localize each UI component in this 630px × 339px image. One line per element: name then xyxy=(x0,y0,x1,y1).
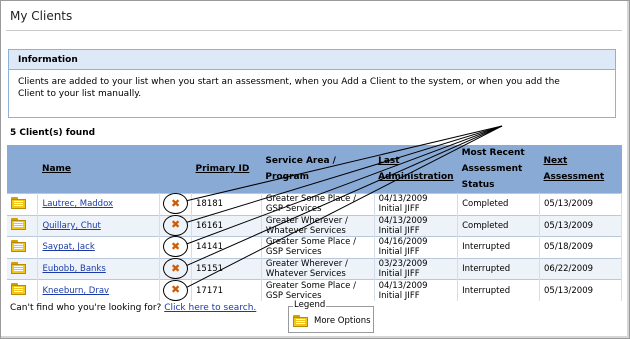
header-options xyxy=(7,145,38,194)
next-assessment-cell: 05/18/2009 xyxy=(539,236,622,259)
row-delete-cell[interactable]: ✖ xyxy=(159,279,193,302)
table-row: Eubobb, Banks ✖ 15151 Greater Wherever / Wh… xyxy=(7,257,622,280)
client-name-cell: Lautrec, Maddox xyxy=(37,193,161,216)
primary-id-cell: 18181 xyxy=(191,193,262,216)
service-area-cell: Greater Some Place / GSP Services xyxy=(261,193,375,216)
delete-x-icon[interactable]: ✖ xyxy=(171,219,180,230)
table-row: Lautrec, Maddox ✖ 18181 Greater Some Place … xyxy=(7,193,622,216)
delete-x-icon[interactable]: ✖ xyxy=(171,198,180,209)
last-administration-date: 04/13/2009 xyxy=(378,280,428,291)
next-assessment-cell: 05/13/2009 xyxy=(539,193,622,216)
table-row: Kneeburn, Drav ✖ 17171 Greater Some Place /… xyxy=(7,279,622,302)
primary-id-cell: 15151 xyxy=(191,257,262,280)
table-row: Saypat, Jack ✖ 14141 Greater Some Place / G… xyxy=(7,236,622,259)
last-administration-type: Initial JIFF xyxy=(378,269,420,280)
folder-document-icon[interactable] xyxy=(11,261,26,274)
legend-more-options-label: More Options xyxy=(314,316,371,326)
header-delete xyxy=(159,145,192,194)
information-text: Clients are added to your list when you … xyxy=(18,77,560,99)
header-last-administration-sort[interactable]: Last Administration xyxy=(374,145,458,194)
client-name-link[interactable]: Eubobb, Banks xyxy=(42,264,105,274)
legend-title: Legend xyxy=(293,300,327,310)
last-administration-date: 04/16/2009 xyxy=(378,237,428,248)
last-administration-cell: 04/16/2009 Initial JIFF xyxy=(374,236,459,259)
row-options-cell[interactable] xyxy=(7,279,39,302)
search-link[interactable]: Click here to search. xyxy=(164,303,256,313)
delete-x-icon[interactable]: ✖ xyxy=(171,284,180,295)
primary-id-cell: 17171 xyxy=(191,279,262,302)
client-name-link[interactable]: Quillary, Chut xyxy=(42,221,100,231)
client-name-link[interactable]: Saypat, Jack xyxy=(42,242,94,252)
last-administration-type: Initial JIFF xyxy=(378,290,420,301)
service-area-cell: Greater Wherever / Whatever Services xyxy=(261,257,375,280)
table-header-row: Name Primary ID Service Area / Program L… xyxy=(7,145,622,194)
row-delete-cell[interactable]: ✖ xyxy=(159,193,193,216)
last-administration-cell: 04/13/2009 Initial JIFF xyxy=(374,193,459,216)
row-options-cell[interactable] xyxy=(7,193,39,216)
row-delete-cell[interactable]: ✖ xyxy=(159,214,193,237)
next-assessment-cell: 05/13/2009 xyxy=(539,279,622,302)
folder-document-icon[interactable] xyxy=(11,218,26,231)
next-assessment-cell: 06/22/2009 xyxy=(539,257,622,280)
client-name-link[interactable]: Kneeburn, Drav xyxy=(42,286,109,296)
title-divider xyxy=(6,30,622,31)
information-heading: Information xyxy=(9,50,615,70)
row-delete-cell[interactable]: ✖ xyxy=(159,257,193,280)
last-administration-cell: 03/23/2009 Initial JIFF xyxy=(374,257,459,280)
client-name-cell: Saypat, Jack xyxy=(37,236,161,259)
primary-id-cell: 14141 xyxy=(191,236,262,259)
service-area-cell: Greater Some Place / GSP Services xyxy=(261,279,375,302)
delete-x-icon[interactable]: ✖ xyxy=(171,263,180,274)
assessment-status-cell: Interrupted xyxy=(457,236,541,259)
assessment-status-cell: Interrupted xyxy=(457,257,541,280)
client-name-cell: Quillary, Chut xyxy=(37,214,161,237)
primary-id-cell: 16161 xyxy=(191,214,262,237)
assessment-status-cell: Interrupted xyxy=(457,279,541,302)
service-area-cell: Greater Some Place / GSP Services xyxy=(261,236,375,259)
next-assessment-cell: 05/13/2009 xyxy=(539,214,622,237)
last-administration-type: Initial JIFF xyxy=(378,225,420,236)
last-administration-type: Initial JIFF xyxy=(378,204,420,215)
client-name-cell: Kneeburn, Drav xyxy=(37,279,161,302)
header-primary-id-sort[interactable]: Primary ID xyxy=(191,145,262,194)
folder-document-icon[interactable] xyxy=(11,196,26,209)
client-name-cell: Eubobb, Banks xyxy=(37,257,161,280)
row-delete-cell[interactable]: ✖ xyxy=(159,236,193,259)
header-service-area: Service Area / Program xyxy=(261,145,375,194)
assessment-status-cell: Completed xyxy=(457,193,541,216)
header-assessment-status: Most Recent Assessment Status xyxy=(457,145,540,194)
row-options-cell[interactable] xyxy=(7,257,39,280)
service-area-cell: Greater Wherever / Whatever Services xyxy=(261,214,375,237)
search-prompt: Can't find who you're looking for? Click… xyxy=(10,303,256,313)
last-administration-cell: 04/13/2009 Initial JIFF xyxy=(374,214,459,237)
folder-document-icon[interactable] xyxy=(11,283,26,296)
information-panel: Information Clients are added to your li… xyxy=(8,49,616,118)
table-row: Quillary, Chut ✖ 16161 Greater Wherever / W… xyxy=(7,214,622,237)
row-options-cell[interactable] xyxy=(7,236,39,259)
client-name-link[interactable]: Lautrec, Maddox xyxy=(42,199,113,209)
client-count: 5 Client(s) found xyxy=(10,128,96,138)
folder-document-icon[interactable] xyxy=(11,239,26,252)
row-options-cell[interactable] xyxy=(7,214,39,237)
page-title: My Clients xyxy=(10,9,73,23)
clients-table: Name Primary ID Service Area / Program L… xyxy=(7,145,622,302)
legend-box: Legend More Options xyxy=(288,300,374,333)
last-administration-type: Initial JIFF xyxy=(378,247,420,258)
last-administration-date: 03/23/2009 xyxy=(378,259,428,270)
last-administration-date: 04/13/2009 xyxy=(378,215,428,226)
header-name-sort[interactable]: Name xyxy=(37,145,160,194)
delete-x-icon[interactable]: ✖ xyxy=(171,241,180,252)
folder-document-icon xyxy=(293,315,308,327)
header-next-assessment-sort[interactable]: Next Assessment xyxy=(539,145,622,194)
last-administration-cell: 04/13/2009 Initial JIFF xyxy=(374,279,459,302)
search-prompt-text: Can't find who you're looking for? xyxy=(10,303,162,313)
last-administration-date: 04/13/2009 xyxy=(378,194,428,205)
assessment-status-cell: Completed xyxy=(457,214,541,237)
